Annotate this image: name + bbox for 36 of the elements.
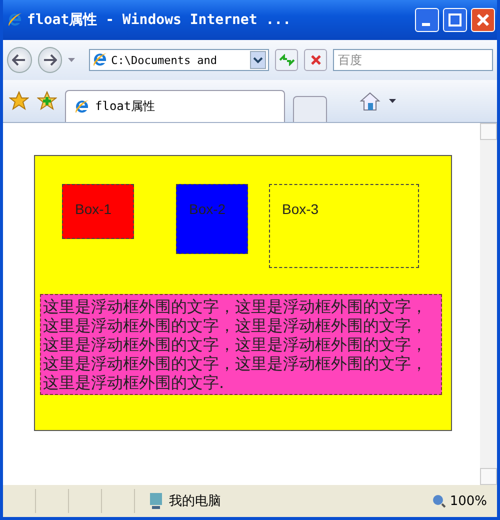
zone-label: 我的电脑 [169,493,221,510]
magnifier-icon [432,494,446,508]
minimize-icon [422,23,430,26]
minimize-button[interactable] [415,8,439,32]
float-box: Box-2 [176,184,248,254]
browser-tab[interactable]: float属性 [65,90,285,122]
computer-icon [149,492,163,510]
float-box: Box-1 [62,184,134,239]
close-button[interactable] [471,8,495,32]
zoom-button[interactable]: 100% [432,494,487,508]
refresh-icon [278,54,295,66]
dropdown-button[interactable] [250,51,266,69]
add-favorite-icon[interactable] [37,91,57,111]
maximize-icon [448,13,462,27]
back-button[interactable] [7,47,32,73]
wrapped-paragraph: 这里是浮动框外围的文字，这里是浮动框外围的文字，这里是浮动框外围的文字，这里是浮动框外围的文字，这里是浮动框外围的文字，这里是浮动框外围的文字，这里是浮动框外围的文字，这里是浮动框外围的文字，这里是浮动框外围的文字. [40,294,442,395]
address-field[interactable]: C:\Documents and [89,49,270,71]
float-box: Box-3 [269,184,419,268]
search-field[interactable]: 百度 [333,49,493,71]
refresh-button[interactable] [275,49,298,71]
page-icon [74,98,90,114]
maximize-button[interactable] [443,8,467,32]
chevron-down-icon [253,56,264,64]
page-icon [92,52,108,68]
window-title: float属性 - Windows Internet ... [27,11,292,29]
right-arrow-icon [43,54,58,66]
caret-icon[interactable] [389,99,396,103]
browser-icon [7,12,23,28]
home-icon[interactable] [359,91,381,111]
forward-button[interactable] [38,47,62,73]
stop-button[interactable] [304,49,327,71]
star-icon[interactable] [9,91,29,111]
new-tab-button[interactable] [293,96,327,122]
left-arrow-icon [12,54,26,66]
close-icon [476,13,490,27]
stop-icon [310,54,322,66]
